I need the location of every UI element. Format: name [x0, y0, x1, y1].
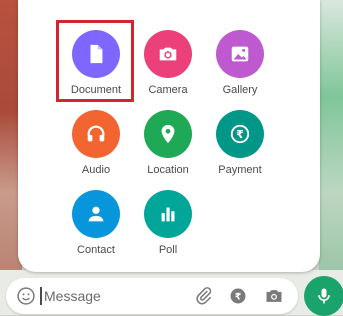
attach-location-label: Location — [147, 164, 189, 176]
camera-icon[interactable] — [264, 286, 284, 306]
attach-audio-label: Audio — [81, 164, 111, 176]
emoji-icon[interactable] — [16, 286, 36, 306]
svg-text:₹: ₹ — [235, 291, 241, 302]
attach-gallery-label: Gallery — [222, 84, 258, 96]
gallery-icon — [216, 30, 264, 78]
attach-payment-button[interactable]: ₹ Payment — [200, 110, 280, 176]
attach-payment-label: Payment — [218, 164, 262, 176]
mic-icon — [318, 288, 330, 304]
rupee-shortcut-icon[interactable]: ₹ — [228, 286, 248, 306]
document-highlight-box — [56, 20, 134, 102]
attach-contact-label: Contact — [77, 244, 115, 256]
message-input[interactable] — [44, 284, 184, 308]
attach-gallery-button[interactable]: Gallery — [200, 30, 280, 96]
attach-audio-button[interactable]: Audio — [56, 110, 136, 176]
attach-camera-label: Camera — [148, 84, 188, 96]
rupee-icon: ₹ — [216, 110, 264, 158]
svg-text:₹: ₹ — [236, 128, 244, 141]
camera-icon — [144, 30, 192, 78]
text-caret — [40, 287, 42, 305]
poll-icon — [144, 190, 192, 238]
headphones-icon — [72, 110, 120, 158]
attach-location-button[interactable]: Location — [128, 110, 208, 176]
attach-poll-label: Poll — [158, 244, 178, 256]
attach-poll-button[interactable]: Poll — [128, 190, 208, 256]
mic-button[interactable] — [304, 276, 343, 316]
attach-contact-button[interactable]: Contact — [56, 190, 136, 256]
location-pin-icon — [144, 110, 192, 158]
message-composer: ₹ — [6, 278, 298, 314]
chat-background-right — [319, 0, 343, 275]
person-icon — [72, 190, 120, 238]
attach-clip-icon[interactable] — [194, 286, 214, 306]
attach-camera-button[interactable]: Camera — [128, 30, 208, 96]
